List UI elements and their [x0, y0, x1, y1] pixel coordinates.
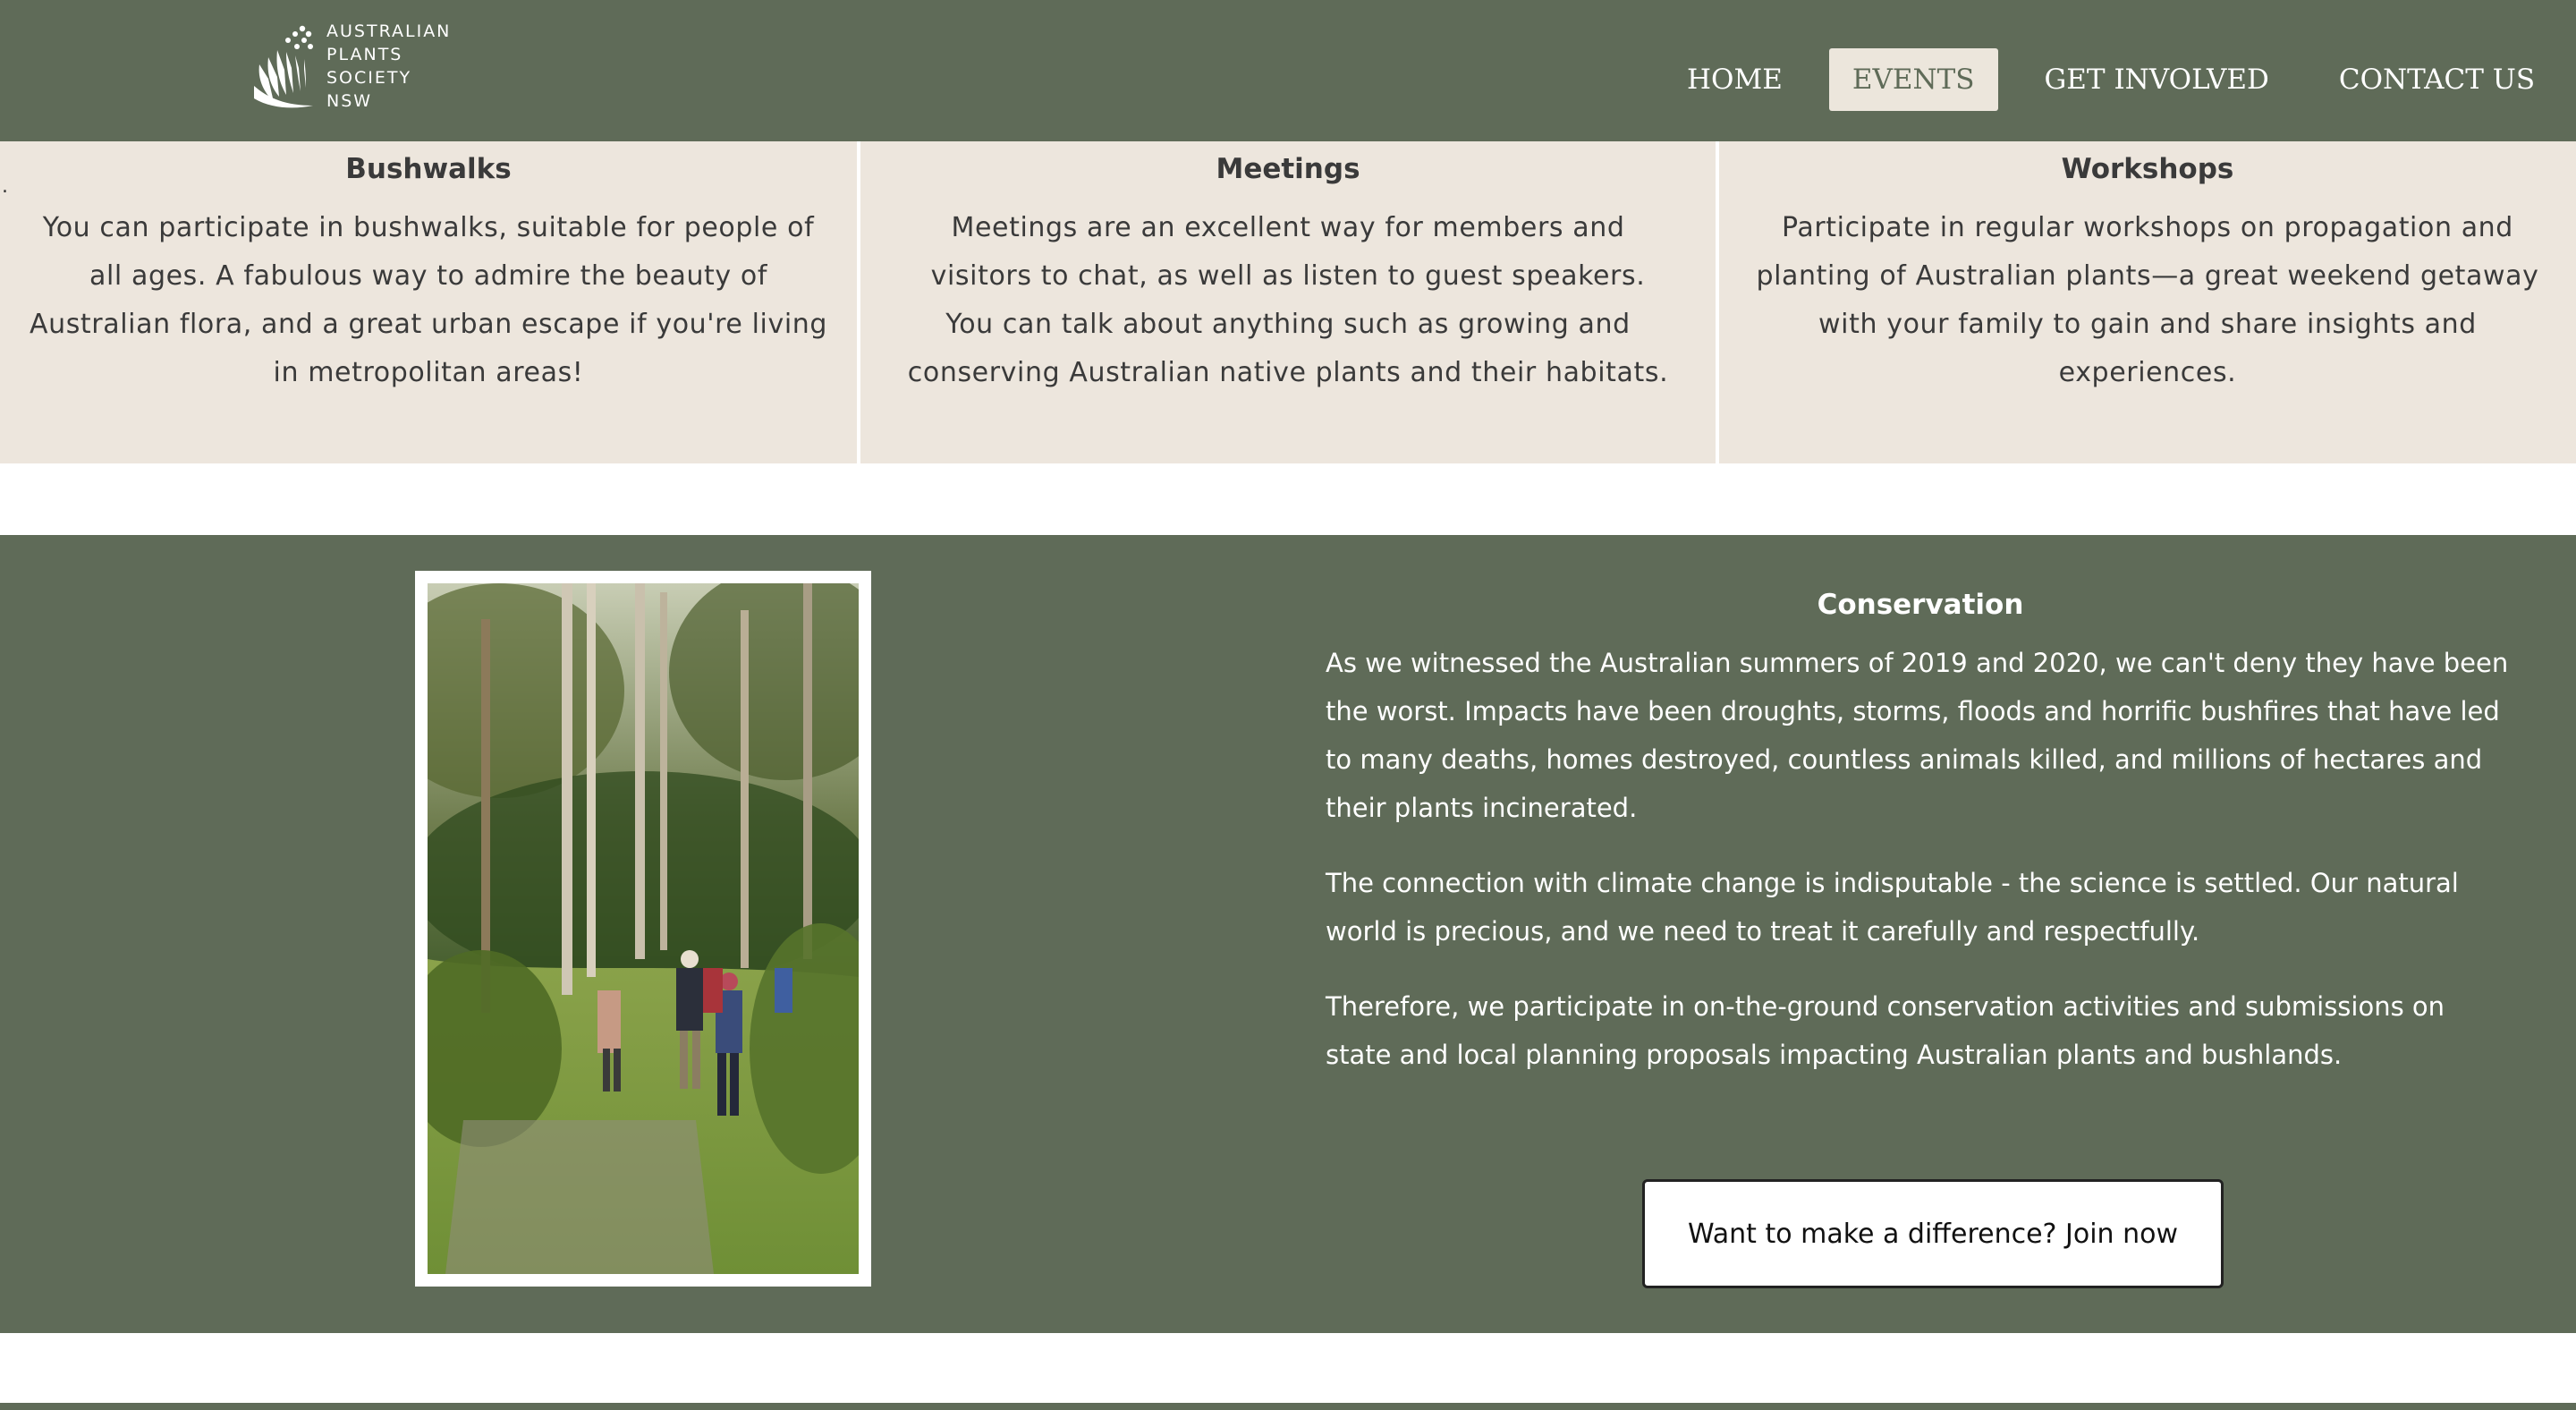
- conservation-paragraph: As we witnessed the Australian summers o…: [1326, 648, 2509, 823]
- card-workshops: Workshops Participate in regular worksho…: [1719, 141, 2576, 463]
- bushwalk-photo: [374, 565, 902, 1274]
- card-title: Meetings: [1216, 153, 1360, 185]
- logo-line: SOCIETY: [326, 68, 412, 88]
- card-meetings: Meetings Meetings are an excellent way f…: [860, 141, 1716, 463]
- conservation-section: Conservation As we witnessed the Austral…: [0, 535, 2576, 1333]
- card-bushwalks: Bushwalks You can participate in bushwal…: [0, 141, 857, 463]
- stray-mark: .: [2, 175, 8, 198]
- logo-line: PLANTS: [326, 45, 403, 64]
- nav-home[interactable]: HOME: [1664, 48, 1806, 111]
- logo-line: AUSTRALIAN: [326, 21, 452, 41]
- events-cards: Bushwalks You can participate in bushwal…: [0, 141, 2576, 463]
- conservation-paragraph: The connection with climate change is in…: [1326, 868, 2459, 947]
- waratah-logo-icon: [254, 25, 313, 108]
- nav-get-involved[interactable]: GET INVOLVED: [2021, 48, 2292, 111]
- site-logo[interactable]: AUSTRALIAN PLANTS SOCIETY NSW: [250, 20, 456, 118]
- logo-line: NSW: [326, 91, 373, 111]
- card-body: Meetings are an excellent way for member…: [907, 212, 1669, 388]
- site-header: AUSTRALIAN PLANTS SOCIETY NSW HOME EVENT…: [0, 0, 2576, 141]
- card-body: Participate in regular workshops on prop…: [1756, 212, 2539, 388]
- main-nav: HOME EVENTS GET INVOLVED CONTACT US: [1664, 48, 2558, 111]
- conservation-title: Conservation: [1817, 589, 2024, 621]
- nav-events[interactable]: EVENTS: [1828, 48, 1998, 111]
- conservation-paragraph: Therefore, we participate in on-the-grou…: [1326, 991, 2445, 1070]
- conservation-text: Conservation As we witnessed the Austral…: [1326, 587, 2515, 1106]
- footer-edge: [0, 1403, 2576, 1410]
- nav-contact-us[interactable]: CONTACT US: [2316, 48, 2558, 111]
- join-now-button[interactable]: Want to make a difference? Join now: [1642, 1179, 2224, 1288]
- bushwalk-photo-frame: [374, 565, 902, 1287]
- card-title: Workshops: [2061, 153, 2234, 185]
- card-body: You can participate in bushwalks, suitab…: [29, 212, 828, 388]
- logo-wordmark: AUSTRALIAN PLANTS SOCIETY NSW: [326, 20, 451, 113]
- card-title: Bushwalks: [345, 153, 512, 185]
